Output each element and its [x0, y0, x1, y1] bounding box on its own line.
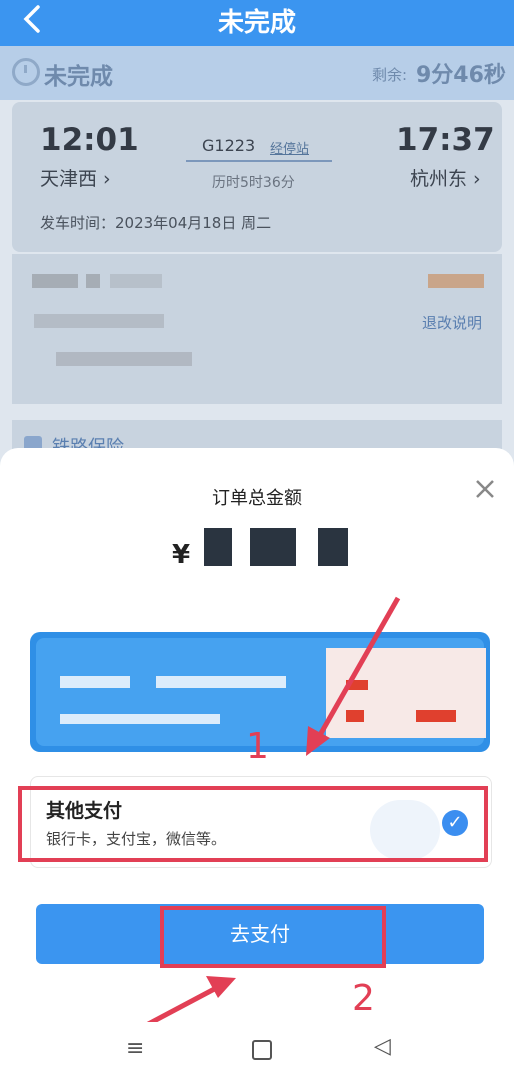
annotation-arrows	[86, 596, 401, 1059]
arrow-2-head	[206, 976, 236, 998]
arrow-1-head	[306, 726, 330, 756]
home-icon[interactable]	[252, 1040, 272, 1060]
arrow-1	[313, 596, 401, 744]
menu-icon[interactable]: ≡	[126, 1036, 144, 1061]
back-triangle-icon[interactable]: ◁	[374, 1034, 391, 1059]
